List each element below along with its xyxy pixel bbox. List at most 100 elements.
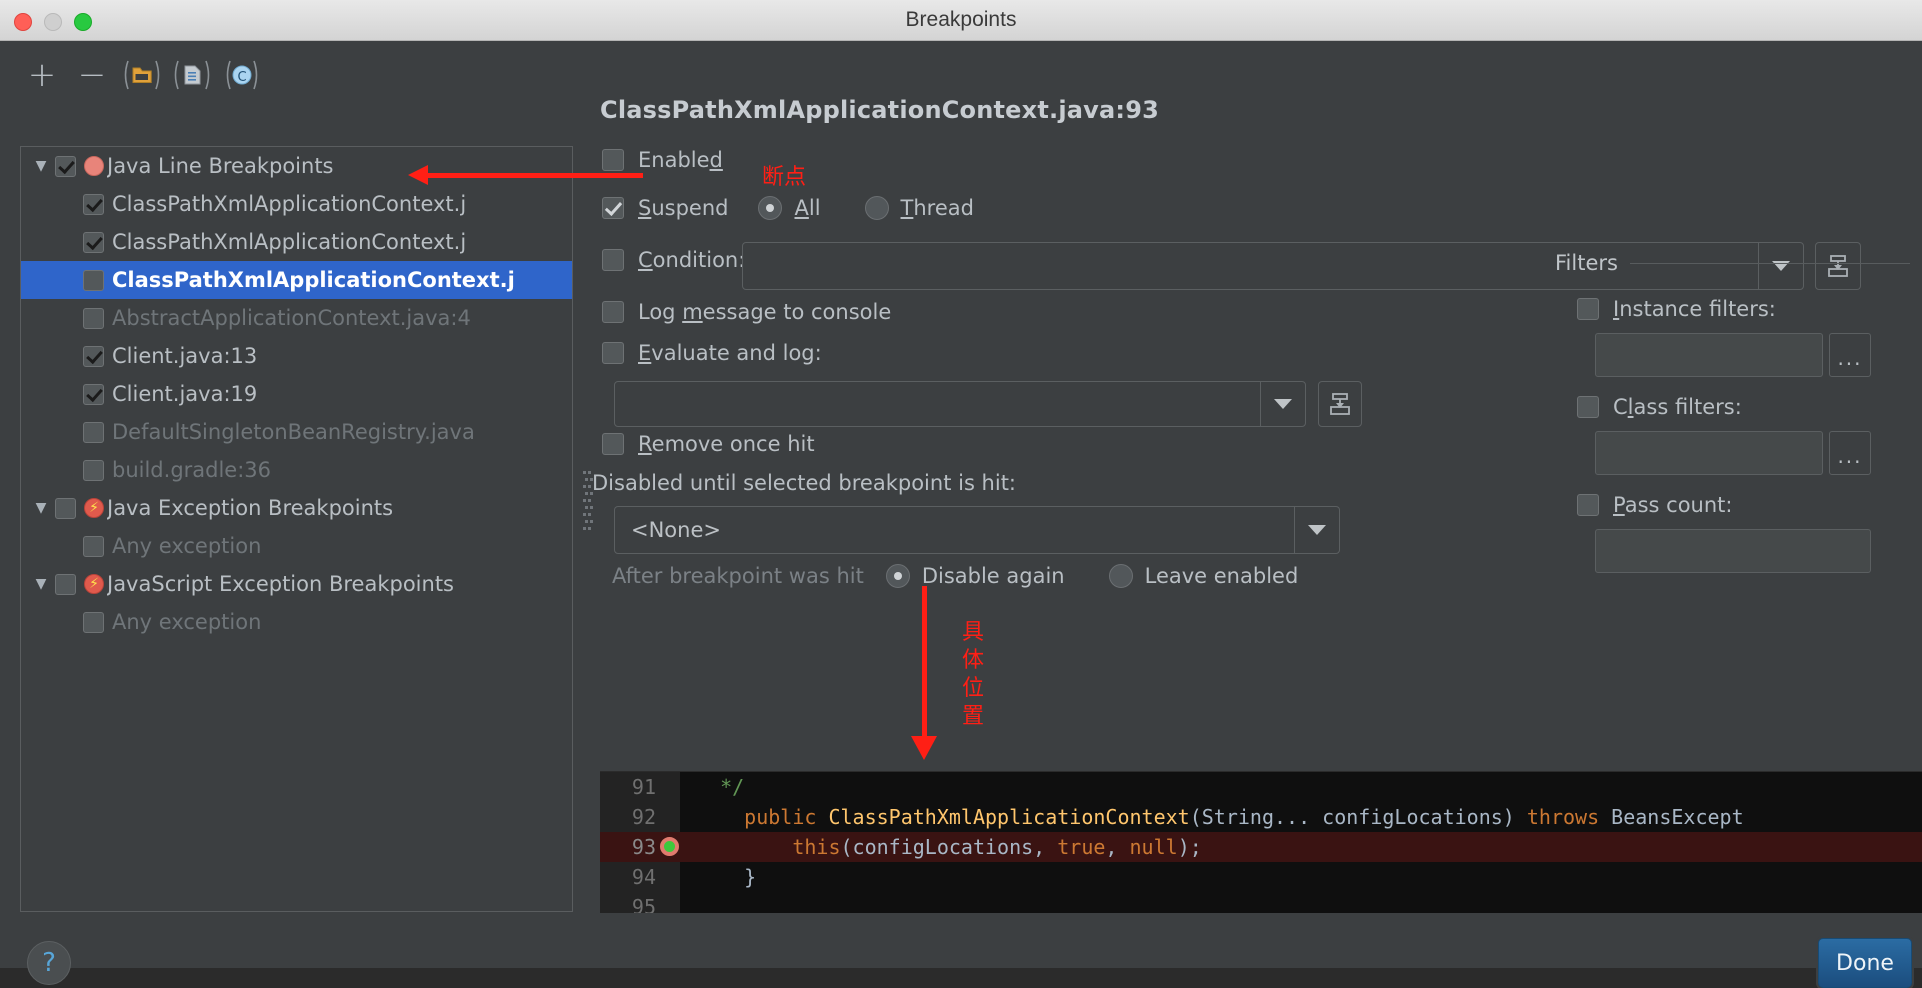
tree-row[interactable]: ▼ AbstractApplicationContext.java:4	[21, 299, 572, 337]
tree-item-checkbox[interactable]	[83, 307, 104, 329]
suspend-thread-radio[interactable]	[864, 196, 889, 220]
tree-item-checkbox[interactable]	[83, 193, 104, 215]
class-filters-input[interactable]	[1595, 431, 1823, 475]
breakpoints-tree[interactable]: ▼ Java Line Breakpoints ▼ ClassPathXmlAppli…	[20, 146, 573, 912]
tree-row[interactable]: ▼ DefaultSingletonBeanRegistry.java	[21, 413, 572, 451]
tree-item-checkbox[interactable]	[55, 155, 76, 177]
tree-expand-toggle-icon[interactable]: ▼	[27, 576, 55, 592]
instance-filters-input-row[interactable]: ...	[1595, 333, 1910, 377]
after-hit-row[interactable]: After breakpoint was hit Disable again L…	[612, 564, 1298, 588]
pass-count-input-row[interactable]	[1595, 529, 1910, 573]
tree-item-label: Java Line Breakpoints	[107, 154, 334, 178]
pass-count-row[interactable]: Pass count:	[1577, 493, 1910, 517]
code-token: (String... configLocations)	[1189, 805, 1527, 829]
chevron-down-icon	[1308, 525, 1326, 535]
instance-filters-checkbox[interactable]	[1577, 298, 1599, 320]
tree-item-checkbox[interactable]	[83, 611, 104, 633]
class-filters-input-row[interactable]: ...	[1595, 431, 1910, 475]
class-filters-checkbox[interactable]	[1577, 396, 1599, 418]
enabled-row[interactable]: Enabled	[602, 148, 723, 172]
instance-filters-input[interactable]	[1595, 333, 1823, 377]
tree-item-checkbox[interactable]	[83, 535, 104, 557]
suspend-checkbox[interactable]	[602, 197, 624, 219]
disabled-until-label: Disabled until selected breakpoint is hi…	[592, 471, 1017, 495]
disable-again-radio[interactable]	[885, 564, 910, 588]
tree-item-checkbox[interactable]	[83, 383, 104, 405]
evaluate-log-expand-editor-button[interactable]	[1318, 381, 1362, 427]
tree-row[interactable]: ▼ ⚡ Java Exception Breakpoints	[21, 489, 572, 527]
instance-filters-browse-button[interactable]: ...	[1829, 333, 1871, 377]
tree-row[interactable]: ▼ Any exception	[21, 527, 572, 565]
tree-row[interactable]: ▼ Any exception	[21, 603, 572, 641]
code-line-text: public ClassPathXmlApplicationContext(St…	[696, 802, 1743, 832]
tree-row[interactable]: ▼ Client.java:13	[21, 337, 572, 375]
tree-row[interactable]: ▼ build.gradle:36	[21, 451, 572, 489]
evaluate-and-log-checkbox[interactable]	[602, 342, 624, 364]
evaluate-and-log-row[interactable]: Evaluate and log:	[602, 341, 822, 365]
class-c-icon[interactable]: C	[220, 53, 264, 97]
class-filters-browse-button[interactable]: ...	[1829, 431, 1871, 475]
group-folder-icon[interactable]	[120, 53, 164, 97]
disabled-until-combo[interactable]: <None>	[614, 506, 1340, 554]
tree-item-checkbox[interactable]	[83, 459, 104, 481]
tree-expand-toggle-icon[interactable]: ▼	[27, 158, 55, 174]
tree-item-checkbox[interactable]	[83, 231, 104, 253]
remove-once-hit-row[interactable]: Remove once hit	[602, 432, 815, 456]
splitter-dot	[583, 513, 586, 516]
pass-count-checkbox[interactable]	[1577, 494, 1599, 516]
disabled-until-dropdown-button[interactable]	[1294, 507, 1339, 553]
page-title: ClassPathXmlApplicationContext.java:93	[600, 96, 1159, 124]
done-button[interactable]: Done	[1818, 938, 1912, 988]
code-line-number: 91	[631, 775, 656, 799]
code-preview[interactable]: 91 */92 public ClassPathXmlApplicationCo…	[600, 771, 1922, 913]
tree-row[interactable]: ▼ ⚡ JavaScript Exception Breakpoints	[21, 565, 572, 603]
tree-row[interactable]: ▼ Client.java:19	[21, 375, 572, 413]
suspend-all-radio[interactable]	[758, 196, 783, 220]
tree-item-checkbox[interactable]	[83, 345, 104, 367]
breakpoint-marker-icon[interactable]	[660, 837, 679, 856]
evaluate-log-dropdown-button[interactable]	[1260, 382, 1305, 426]
log-message-label: Log message to console	[638, 300, 892, 324]
tree-row[interactable]: ▼ ClassPathXmlApplicationContext.j	[21, 261, 572, 299]
evaluate-log-combo[interactable]	[614, 381, 1306, 427]
pass-count-input[interactable]	[1595, 529, 1871, 573]
tree-row[interactable]: ▼ ClassPathXmlApplicationContext.j	[21, 223, 572, 261]
condition-checkbox[interactable]	[602, 249, 624, 271]
enabled-checkbox[interactable]	[602, 149, 624, 171]
tree-item-checkbox[interactable]	[55, 497, 76, 519]
suspend-label: Suspend	[638, 196, 729, 220]
leave-enabled-radio[interactable]	[1108, 564, 1133, 588]
tree-expand-toggle-icon[interactable]: ▼	[27, 500, 55, 516]
add-breakpoint-icon[interactable]: +	[20, 53, 64, 97]
code-line-number: 94	[631, 865, 656, 889]
leave-enabled-label: Leave enabled	[1144, 564, 1299, 588]
code-token: throws	[1526, 805, 1612, 829]
tree-row[interactable]: ▼ Java Line Breakpoints	[21, 147, 572, 185]
code-line: 93 this(configLocations, true, null);	[600, 832, 1922, 862]
after-hit-label: After breakpoint was hit	[612, 564, 864, 588]
tree-item-checkbox[interactable]	[55, 573, 76, 595]
suspend-row[interactable]: Suspend All Thread	[602, 196, 974, 220]
tree-item-checkbox[interactable]	[83, 269, 104, 291]
code-line-text: */	[696, 772, 744, 802]
remove-once-hit-checkbox[interactable]	[602, 433, 624, 455]
code-lines: 91 */92 public ClassPathXmlApplicationCo…	[600, 772, 1922, 913]
copy-document-icon[interactable]	[170, 53, 214, 97]
condition-row[interactable]: Condition:	[602, 248, 745, 272]
splitter-dot	[588, 485, 591, 488]
tree-row[interactable]: ▼ ClassPathXmlApplicationContext.j	[21, 185, 572, 223]
log-message-row[interactable]: Log message to console	[602, 300, 891, 324]
pass-count-label: Pass count:	[1613, 493, 1733, 517]
class-filters-row[interactable]: Class filters:	[1577, 395, 1910, 419]
log-message-checkbox[interactable]	[602, 301, 624, 323]
help-button[interactable]: ?	[27, 941, 71, 985]
class-c-svg: C	[226, 60, 258, 90]
condition-label: Condition:	[638, 248, 746, 272]
tree-indent-spacer: ▼	[27, 614, 55, 630]
instance-filters-row[interactable]: Instance filters:	[1577, 297, 1910, 321]
tree-indent-spacer: ▼	[27, 462, 55, 478]
tree-indent-spacer: ▼	[27, 386, 55, 402]
svg-text:C: C	[237, 70, 246, 85]
tree-item-checkbox[interactable]	[83, 421, 104, 443]
remove-breakpoint-icon[interactable]: −	[70, 53, 114, 97]
